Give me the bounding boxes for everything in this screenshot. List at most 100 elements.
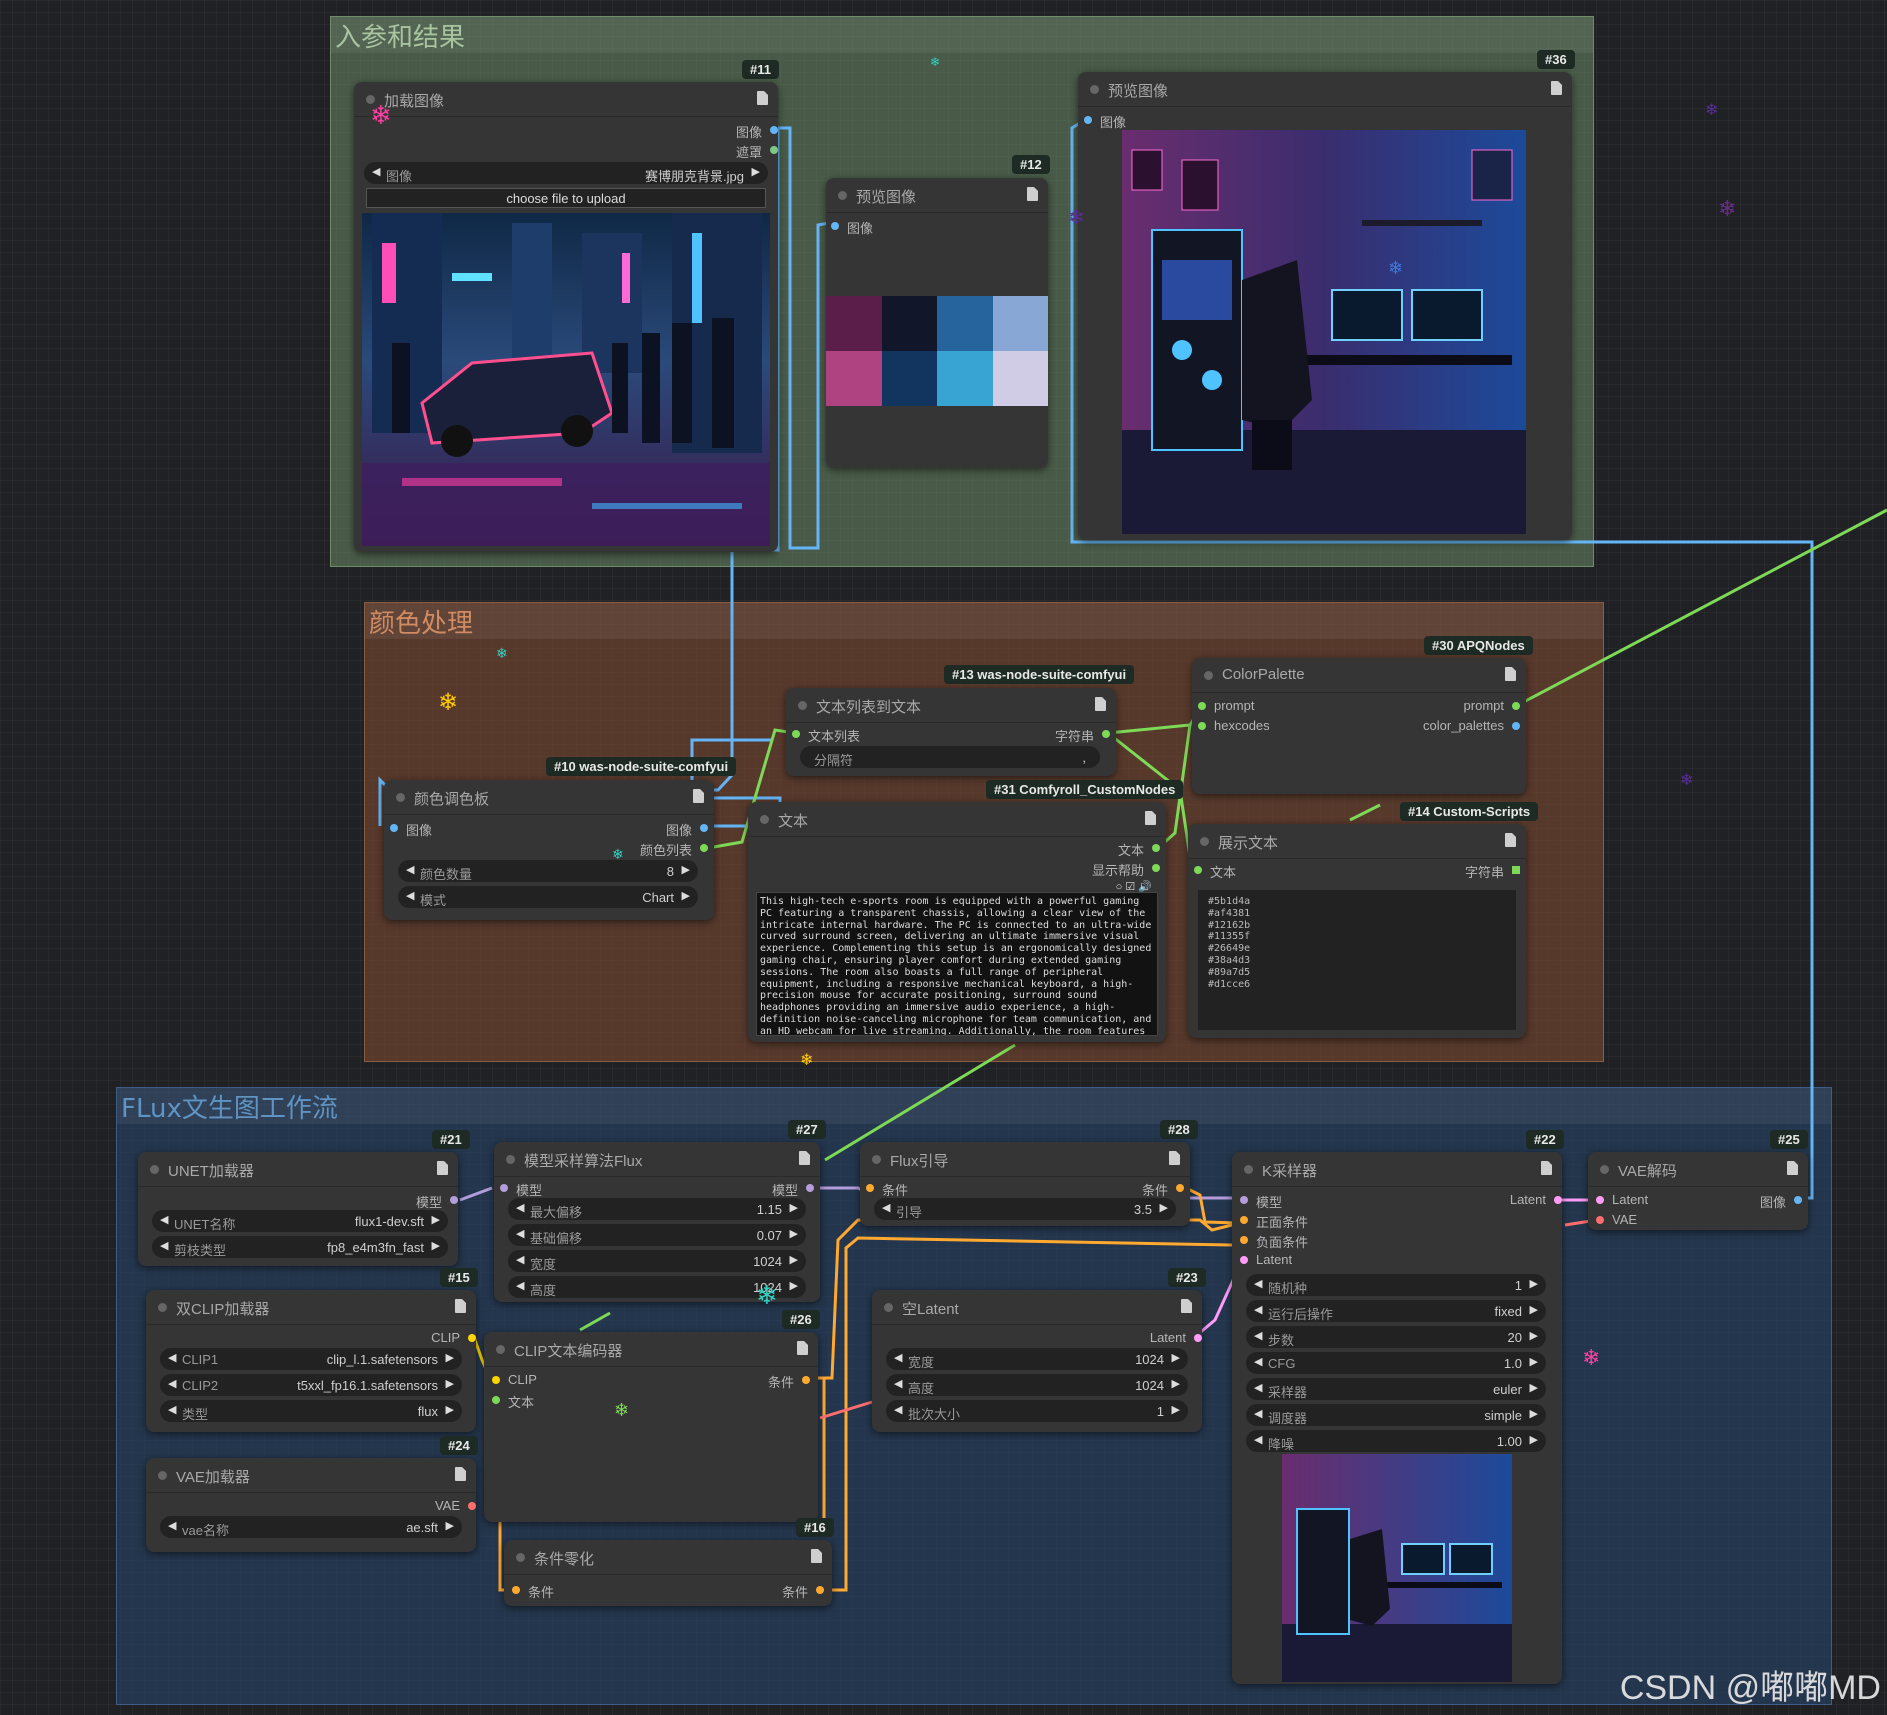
slot-dot-icon[interactable] bbox=[1084, 116, 1092, 124]
node-header[interactable]: 空Latent bbox=[872, 1290, 1202, 1325]
slot-dot-icon[interactable] bbox=[1240, 1196, 1248, 1204]
arrow-left-icon[interactable]: ◀ bbox=[168, 1519, 176, 1532]
node-ksampler[interactable]: K采样器 模型 正面条件 负面条件 Latent Latent ◀ 随机种 1 … bbox=[1232, 1152, 1562, 1684]
node-dual-clip-loader[interactable]: 双CLIP加载器 CLIP ◀ CLIP1 clip_l.1.safetenso… bbox=[146, 1290, 476, 1432]
collapse-dot[interactable] bbox=[884, 1303, 893, 1312]
arrow-right-icon[interactable]: ▶ bbox=[790, 1253, 798, 1266]
node-header[interactable]: ColorPalette bbox=[1192, 658, 1526, 693]
arrow-left-icon[interactable]: ◀ bbox=[882, 1201, 890, 1214]
arrow-right-icon[interactable]: ▶ bbox=[1172, 1377, 1180, 1390]
arrow-left-icon[interactable]: ◀ bbox=[516, 1253, 524, 1266]
arrow-left-icon[interactable]: ◀ bbox=[160, 1213, 168, 1226]
scheduler-widget[interactable]: ◀ 调度器 simple ▶ bbox=[1246, 1404, 1546, 1426]
arrow-left-icon[interactable]: ◀ bbox=[516, 1279, 524, 1292]
slot-dot-icon[interactable] bbox=[1554, 1196, 1562, 1204]
slot-dot-icon[interactable] bbox=[1176, 1184, 1184, 1192]
collapse-dot[interactable] bbox=[516, 1553, 525, 1562]
collapse-dot[interactable] bbox=[1200, 837, 1209, 846]
arrow-left-icon[interactable]: ◀ bbox=[1254, 1303, 1262, 1316]
arrow-left-icon[interactable]: ◀ bbox=[1254, 1329, 1262, 1342]
doc-icon[interactable] bbox=[797, 1341, 808, 1355]
slot-dot-icon[interactable] bbox=[700, 844, 708, 852]
input-negative[interactable]: 负面条件 bbox=[1240, 1232, 1308, 1251]
slot-dot-icon[interactable] bbox=[700, 824, 708, 832]
node-load-image[interactable]: 加载图像 图像 遮罩 ◀ 图像 赛博朋克背景.jpg ▶ choose file… bbox=[354, 82, 778, 552]
slot-dot-icon[interactable] bbox=[1152, 864, 1160, 872]
node-empty-latent[interactable]: 空Latent Latent ◀ 宽度 1024 ▶ ◀ 高度 1024 ▶ ◀… bbox=[872, 1290, 1202, 1432]
doc-icon[interactable] bbox=[1505, 667, 1516, 681]
node-header[interactable]: 预览图像 bbox=[826, 178, 1048, 213]
collapse-dot[interactable] bbox=[798, 701, 807, 710]
seed-widget[interactable]: ◀ 随机种 1 ▶ bbox=[1246, 1274, 1546, 1296]
output-show-help[interactable]: 显示帮助 bbox=[1092, 860, 1160, 879]
arrow-right-icon[interactable]: ▶ bbox=[1530, 1303, 1538, 1316]
arrow-right-icon[interactable]: ▶ bbox=[446, 1351, 454, 1364]
node-header[interactable]: UNET加载器 bbox=[138, 1152, 458, 1187]
slot-dot-icon[interactable] bbox=[1512, 722, 1520, 730]
slot-dot-icon[interactable] bbox=[816, 1586, 824, 1594]
doc-icon[interactable] bbox=[1787, 1161, 1798, 1175]
collapse-dot[interactable] bbox=[838, 191, 847, 200]
arrow-left-icon[interactable]: ◀ bbox=[516, 1227, 524, 1240]
output-vae[interactable]: VAE bbox=[435, 1498, 476, 1513]
slot-dot-icon[interactable] bbox=[1194, 1334, 1202, 1342]
node-header[interactable]: VAE加载器 bbox=[146, 1458, 476, 1493]
latent-height-widget[interactable]: ◀ 高度 1024 ▶ bbox=[886, 1374, 1188, 1396]
arrow-right-icon[interactable]: ▶ bbox=[1530, 1381, 1538, 1394]
output-mask[interactable]: 遮罩 bbox=[736, 142, 778, 161]
collapse-dot[interactable] bbox=[396, 793, 405, 802]
output-conditioning[interactable]: 条件 bbox=[782, 1582, 824, 1601]
arrow-right-icon[interactable]: ▶ bbox=[1530, 1329, 1538, 1342]
node-text-list-to-text[interactable]: 文本列表到文本 文本列表 字符串 分隔符 , bbox=[786, 688, 1116, 776]
node-header[interactable]: 展示文本 bbox=[1188, 824, 1526, 859]
node-header[interactable]: 双CLIP加载器 bbox=[146, 1290, 476, 1325]
slot-dot-icon[interactable] bbox=[1794, 1196, 1802, 1204]
slot-dot-icon[interactable] bbox=[831, 222, 839, 230]
steps-widget[interactable]: ◀ 步数 20 ▶ bbox=[1246, 1326, 1546, 1348]
arrow-left-icon[interactable]: ◀ bbox=[160, 1239, 168, 1252]
output-image[interactable]: 图像 bbox=[666, 820, 708, 839]
node-model-sampling-flux[interactable]: 模型采样算法Flux 模型 模型 ◀ 最大偏移 1.15 ▶ ◀ 基础偏移 0.… bbox=[494, 1142, 820, 1302]
node-vae-loader[interactable]: VAE加载器 VAE ◀ vae名称 ae.sft ▶ bbox=[146, 1458, 476, 1552]
node-header[interactable]: 预览图像 bbox=[1078, 72, 1572, 107]
slot-dot-icon[interactable] bbox=[1152, 844, 1160, 852]
output-text[interactable]: 文本 bbox=[1118, 840, 1160, 859]
arrow-right-icon[interactable]: ▶ bbox=[1172, 1351, 1180, 1364]
collapse-dot[interactable] bbox=[1090, 85, 1099, 94]
slot-dot-icon[interactable] bbox=[1596, 1216, 1604, 1224]
node-preview-result[interactable]: 预览图像 图像 bbox=[1078, 72, 1572, 540]
arrow-right-icon[interactable]: ▶ bbox=[432, 1239, 440, 1252]
arrow-left-icon[interactable]: ◀ bbox=[406, 863, 414, 876]
input-text-list[interactable]: 文本列表 bbox=[792, 726, 860, 745]
arrow-left-icon[interactable]: ◀ bbox=[406, 889, 414, 902]
input-prompt[interactable]: prompt bbox=[1198, 698, 1254, 713]
doc-icon[interactable] bbox=[1541, 1161, 1552, 1175]
doc-icon[interactable] bbox=[1505, 833, 1516, 847]
output-clip[interactable]: CLIP bbox=[431, 1330, 476, 1345]
input-model[interactable]: 模型 bbox=[1240, 1192, 1282, 1211]
node-header[interactable]: 条件零化 bbox=[504, 1540, 832, 1575]
arrow-left-icon[interactable]: ◀ bbox=[1254, 1277, 1262, 1290]
width-widget[interactable]: ◀ 宽度 1024 ▶ bbox=[508, 1250, 806, 1272]
slot-dot-icon[interactable] bbox=[1240, 1256, 1248, 1264]
input-text[interactable]: 文本 bbox=[492, 1392, 534, 1411]
arrow-right-icon[interactable]: ▶ bbox=[446, 1377, 454, 1390]
node-preview-palette[interactable]: 预览图像 图像 bbox=[826, 178, 1048, 468]
doc-icon[interactable] bbox=[437, 1161, 448, 1175]
latent-width-widget[interactable]: ◀ 宽度 1024 ▶ bbox=[886, 1348, 1188, 1370]
output-image[interactable]: 图像 bbox=[1760, 1192, 1802, 1211]
weight-dtype-widget[interactable]: ◀ 剪枝类型 fp8_e4m3fn_fast ▶ bbox=[152, 1236, 448, 1258]
input-latent[interactable]: Latent bbox=[1240, 1252, 1292, 1267]
node-header[interactable]: Flux引导 bbox=[860, 1142, 1190, 1177]
output-string[interactable]: 字符串 bbox=[1465, 862, 1520, 881]
arrow-right-icon[interactable]: ▶ bbox=[790, 1201, 798, 1214]
node-header[interactable]: K采样器 bbox=[1232, 1152, 1562, 1187]
slot-dot-icon[interactable] bbox=[450, 1196, 458, 1204]
guidance-widget[interactable]: ◀ 引导 3.5 ▶ bbox=[874, 1198, 1176, 1220]
doc-icon[interactable] bbox=[1169, 1151, 1180, 1165]
slot-dot-icon[interactable] bbox=[492, 1396, 500, 1404]
input-conditioning[interactable]: 条件 bbox=[512, 1582, 554, 1601]
output-color-palettes[interactable]: color_palettes bbox=[1423, 718, 1520, 733]
slot-dot-icon[interactable] bbox=[866, 1184, 874, 1192]
node-flux-guidance[interactable]: Flux引导 条件 条件 ◀ 引导 3.5 ▶ bbox=[860, 1142, 1190, 1226]
